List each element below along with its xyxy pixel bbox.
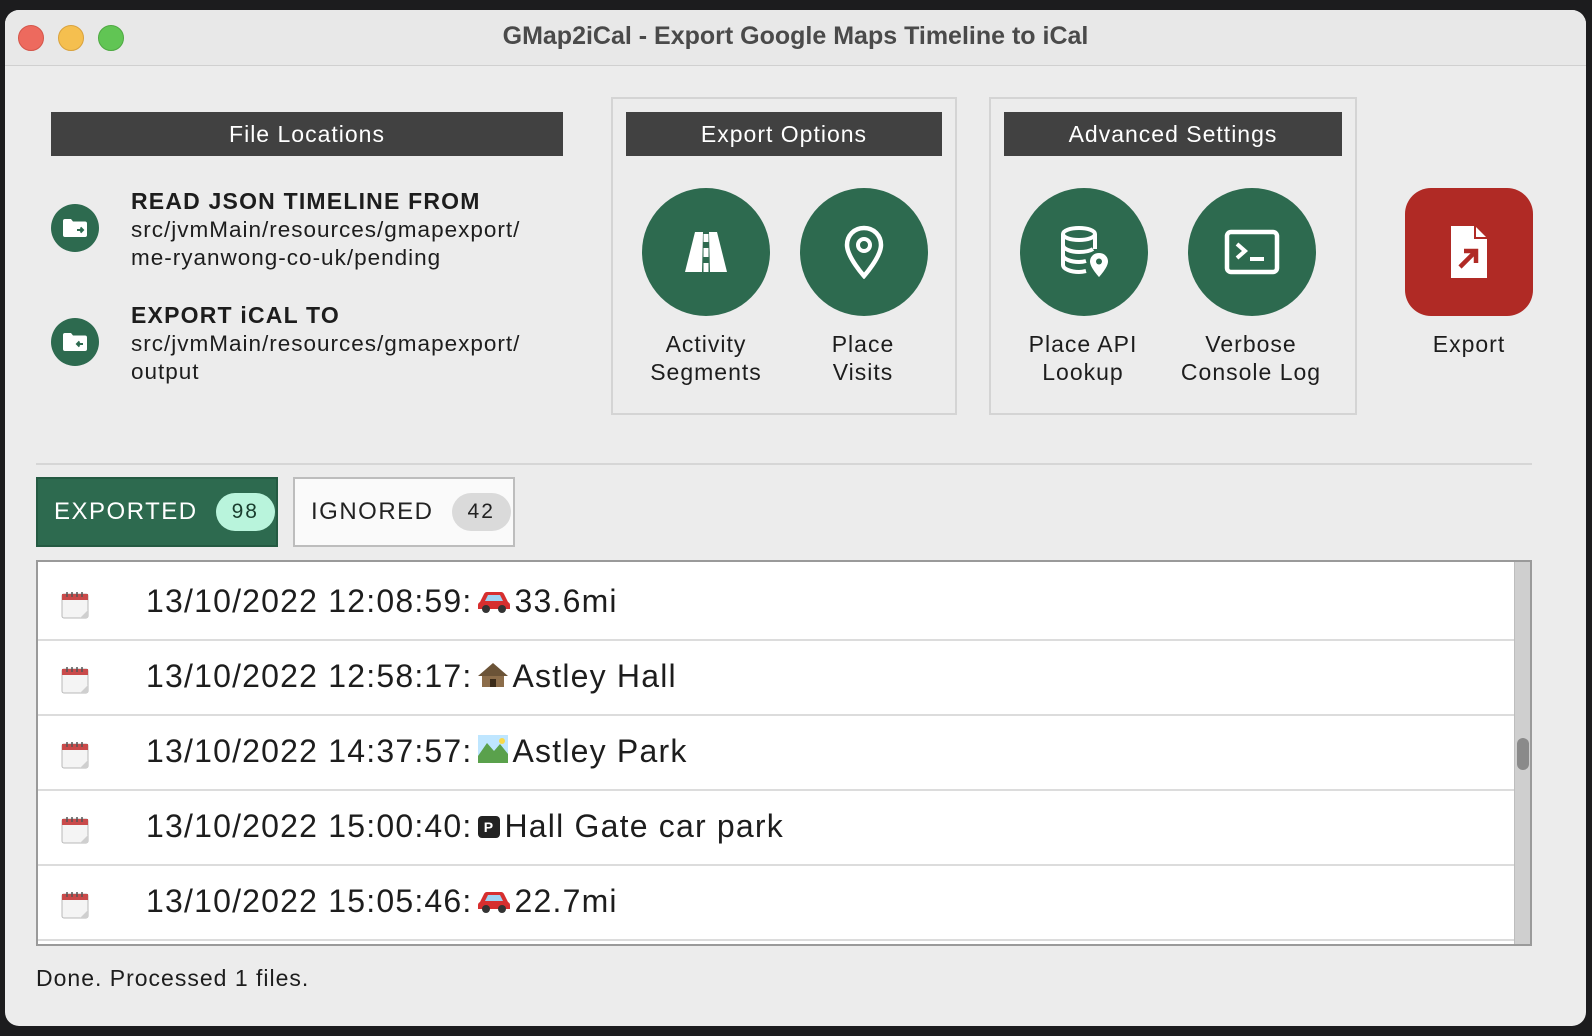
window-title: GMap2iCal - Export Google Maps Timeline … — [502, 22, 1089, 50]
exported-events-list[interactable]: 13/10/2022 12:08:59: 33.6mi 13/10/2022 12:… — [36, 560, 1532, 946]
app-window: GMap2iCal - Export Google Maps Timeline … — [5, 10, 1586, 1026]
file-export-icon — [1451, 226, 1487, 278]
event-row[interactable]: 13/10/2022 14:37:57: Astley Park — [38, 716, 1514, 791]
export-button[interactable] — [1405, 188, 1533, 316]
event-text: 13/10/2022 12:08:59: 33.6mi — [146, 583, 618, 622]
car-icon — [477, 585, 511, 622]
park-icon — [477, 734, 509, 772]
place-api-lookup-toggle[interactable] — [1020, 188, 1148, 316]
event-time: 13/10/2022 14:37:57: — [146, 732, 473, 769]
scrollbar-thumb[interactable] — [1517, 738, 1529, 770]
event-row[interactable]: 13/10/2022 12:58:17: Astley Hall — [38, 641, 1514, 716]
section-divider — [36, 463, 1532, 465]
svg-text:P: P — [483, 819, 494, 835]
place-visits-toggle[interactable] — [800, 188, 928, 316]
export-location-label: EXPORT iCAL TO — [131, 302, 340, 328]
event-time: 13/10/2022 12:58:17: — [146, 657, 473, 694]
export-button-label: Export — [1432, 331, 1506, 357]
verbose-console-log-label: Verbose Console Log — [1180, 331, 1322, 385]
activity-segments-toggle[interactable] — [642, 188, 770, 316]
terminal-icon — [1224, 229, 1280, 275]
event-row[interactable]: 13/10/2022 15:05:46: 22.7mi — [38, 866, 1514, 941]
event-time: 13/10/2022 15:05:46: — [146, 882, 473, 919]
calendar-icon — [60, 665, 90, 695]
calendar-icon — [60, 590, 90, 620]
export-options-header: Export Options — [626, 112, 942, 156]
tab-ignored-label: IGNORED — [311, 498, 434, 525]
car-icon — [477, 885, 511, 922]
event-description: 22.7mi — [514, 882, 618, 919]
database-pin-icon — [1061, 226, 1108, 277]
folder-save-icon[interactable] — [51, 318, 99, 366]
place-visits-label: Place Visits — [831, 331, 895, 385]
event-row[interactable]: 13/10/2022 12:08:59: 33.6mi — [38, 566, 1514, 641]
file-locations-header: File Locations — [51, 112, 563, 156]
event-description: 33.6mi — [514, 582, 618, 619]
event-description: Astley Hall — [512, 657, 677, 694]
tab-exported[interactable]: EXPORTED 98 — [36, 477, 278, 547]
ignored-count-badge: 42 — [451, 493, 511, 531]
road-icon — [685, 232, 727, 272]
export-location-path: src/jvmMain/resources/gmapexport/ output — [131, 331, 521, 384]
exported-count-badge: 98 — [215, 493, 275, 531]
event-text: 13/10/2022 12:58:17: Astley Hall — [146, 658, 677, 697]
status-text: Done. Processed 1 files. — [36, 965, 310, 991]
title-bar: GMap2iCal - Export Google Maps Timeline … — [5, 10, 1586, 66]
event-time: 13/10/2022 12:08:59: — [146, 582, 473, 619]
read-location-label: READ JSON TIMELINE FROM — [131, 188, 481, 214]
parking-icon: P — [477, 810, 501, 847]
calendar-icon — [60, 740, 90, 770]
calendar-icon — [60, 890, 90, 920]
map-pin-icon — [844, 225, 884, 279]
event-text: 13/10/2022 15:00:40: P Hall Gate car park — [146, 808, 784, 847]
hut-icon — [477, 660, 509, 697]
event-description: Hall Gate car park — [504, 807, 784, 844]
read-location-path: src/jvmMain/resources/gmapexport/ me-rya… — [131, 217, 521, 270]
verbose-console-log-toggle[interactable] — [1188, 188, 1316, 316]
calendar-icon — [60, 815, 90, 845]
event-description: Astley Park — [512, 732, 688, 769]
event-text: 13/10/2022 15:05:46: 22.7mi — [146, 883, 618, 922]
event-row[interactable]: 13/10/2022 15:00:40: P Hall Gate car park — [38, 791, 1514, 866]
event-time: 13/10/2022 15:00:40: — [146, 807, 473, 844]
event-text: 13/10/2022 14:37:57: Astley Park — [146, 733, 688, 773]
tab-ignored[interactable]: IGNORED 42 — [293, 477, 515, 547]
list-scrollbar[interactable] — [1514, 562, 1530, 944]
advanced-settings-header: Advanced Settings — [1004, 112, 1342, 156]
folder-open-icon[interactable] — [51, 204, 99, 252]
tab-exported-label: EXPORTED — [54, 498, 198, 525]
